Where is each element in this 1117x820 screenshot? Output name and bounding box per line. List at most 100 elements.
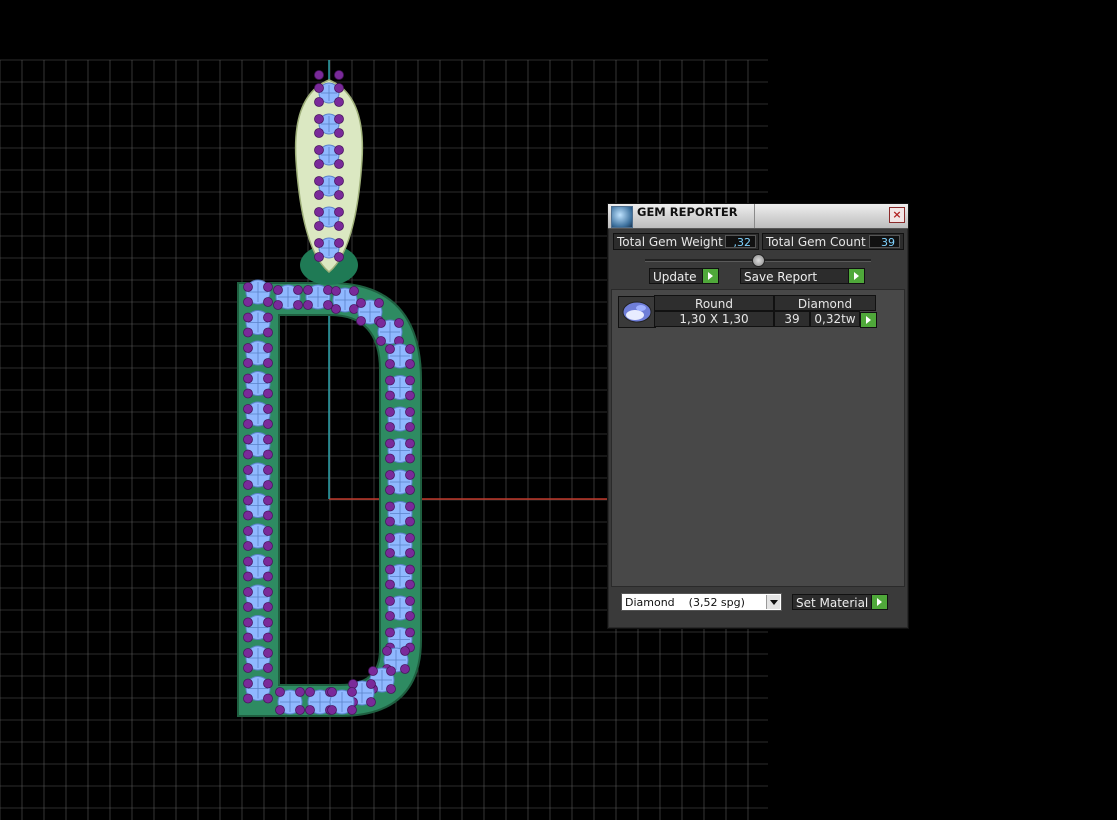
total-gem-count-label: Total Gem Count [766, 235, 866, 249]
gem-prong [243, 556, 253, 567]
gem-prong [314, 145, 324, 155]
gem-prong [314, 207, 324, 217]
gem-prong [385, 485, 395, 495]
gem-prong [385, 422, 395, 432]
gem-prong [263, 571, 273, 582]
panel-titlebar[interactable]: GEM REPORTER × [608, 204, 908, 229]
play-arrow-icon [848, 269, 864, 283]
gem-prong [263, 358, 273, 368]
gem-reporter-panel: GEM REPORTER × Total Gem Weight ,32 Tota… [607, 203, 909, 629]
total-gem-count: Total Gem Count 39 [762, 233, 904, 250]
chevron-down-icon[interactable] [766, 595, 780, 609]
panel-title: GEM REPORTER [637, 205, 738, 219]
save-report-button[interactable]: Save Report [740, 268, 865, 284]
gem-prong [314, 128, 324, 138]
gem-prong [263, 495, 273, 506]
gem-prong [327, 687, 337, 697]
gem-prong [334, 207, 344, 217]
gem-prong [243, 510, 253, 521]
gem-prong [295, 705, 305, 715]
gem-prong [243, 526, 253, 536]
gem-prong [243, 480, 253, 490]
gem-prong [243, 312, 253, 323]
gem-prong [243, 663, 253, 673]
gem-prong [314, 70, 324, 80]
gem-prong [334, 70, 344, 80]
round-gem-graphic [622, 301, 652, 323]
gem-prong [405, 470, 415, 480]
gem-prong [263, 617, 273, 628]
gem-prong [405, 548, 415, 558]
gem-prong [331, 304, 341, 314]
collapse-handle[interactable] [752, 254, 765, 267]
gem-prong [334, 97, 344, 107]
material-select[interactable]: Diamond (3,52 spg) [621, 593, 782, 611]
gem-prong [314, 221, 324, 231]
gem-prong [243, 282, 253, 292]
gem-prong [263, 327, 273, 338]
gem-prong [405, 422, 415, 432]
gem-prong [385, 407, 395, 417]
gem-reporter-icon [611, 206, 633, 228]
gem-prong [263, 404, 273, 414]
gem-prong [331, 286, 341, 296]
gem-prong [382, 646, 392, 656]
gem-prong [405, 611, 415, 621]
gem-prong [314, 159, 324, 169]
gem-prong [263, 419, 273, 429]
gem-size-cell: 1,30 X 1,30 [654, 311, 774, 327]
gem-prong [405, 579, 415, 590]
gem-prong [405, 501, 415, 512]
gem-prong [263, 526, 273, 536]
gem-prong [334, 252, 344, 262]
titlebar-divider [754, 204, 755, 228]
gem-prong [394, 318, 404, 328]
gem-prong [405, 533, 415, 543]
gem-prong [263, 449, 273, 460]
gem-prong [334, 190, 344, 200]
gem-prong [293, 285, 303, 295]
gem-prong [385, 359, 395, 369]
gem-prong [243, 693, 253, 704]
gem-prong [273, 300, 283, 310]
play-arrow-icon[interactable] [860, 312, 877, 328]
gem-prong [243, 297, 253, 307]
gem-prong [263, 556, 273, 567]
gem-prong [263, 602, 273, 612]
play-arrow-icon [702, 269, 718, 283]
gem-prong [263, 282, 273, 292]
gem-prong [356, 316, 366, 326]
gem-prong [385, 516, 395, 527]
gem-prong [334, 83, 344, 93]
gem-prong [405, 596, 415, 606]
gem-prong [243, 632, 253, 643]
gem-prong [323, 285, 333, 295]
gem-prong [386, 666, 396, 676]
gem-prong [385, 390, 395, 401]
gem-prong [385, 627, 395, 638]
set-material-button[interactable]: Set Material [792, 594, 888, 610]
gem-prong [405, 344, 415, 354]
update-button[interactable]: Update [649, 268, 719, 284]
gem-prong [376, 318, 386, 328]
gem-prong [243, 678, 253, 689]
gem-prong [303, 285, 313, 295]
gem-prong [366, 679, 376, 689]
gem-prong [347, 687, 357, 697]
gem-prong [243, 571, 253, 582]
round-gem-icon[interactable] [618, 296, 656, 328]
gem-prong [314, 252, 324, 262]
3d-viewport[interactable] [0, 0, 1117, 820]
gem-prong [323, 300, 333, 310]
gem-prong [263, 465, 273, 475]
gem-prong [327, 705, 337, 715]
gem-prong [243, 404, 253, 414]
gem-prong [385, 375, 395, 386]
gem-prong [385, 596, 395, 606]
gem-prong [263, 510, 273, 521]
close-icon[interactable]: × [889, 207, 905, 223]
viewport-scene [0, 59, 768, 820]
gem-prong [314, 190, 324, 200]
gem-weight-cell: 0,32tw [810, 311, 860, 327]
gem-prong [405, 627, 415, 638]
